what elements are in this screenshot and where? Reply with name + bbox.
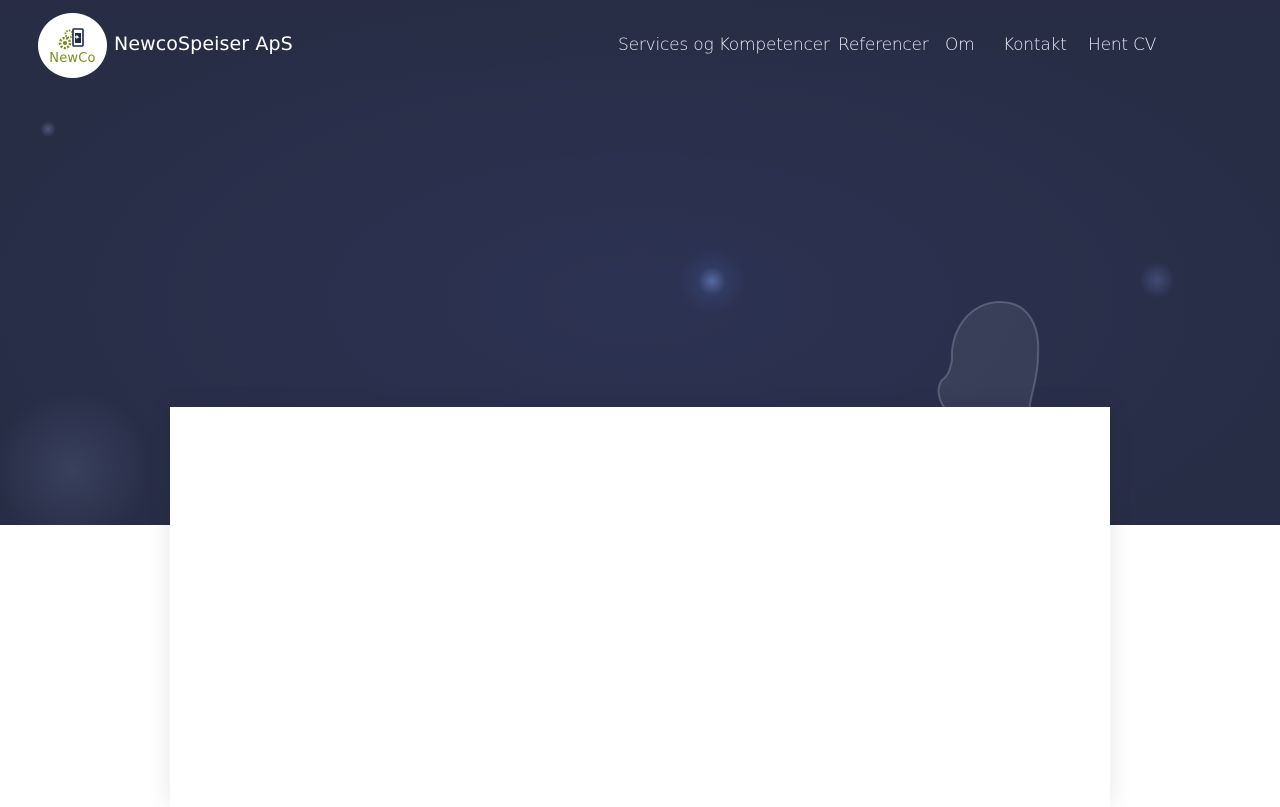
content-card <box>170 407 1110 807</box>
site-header: NewCo NewcoSpeiser ApS Services og Kompe… <box>0 0 1280 92</box>
nav-item-referencer[interactable]: Referencer <box>838 35 929 55</box>
main-navigation: Services og Kompetencer Referencer Om Ko… <box>0 35 1280 59</box>
nav-item-om[interactable]: Om <box>945 35 975 55</box>
nav-item-kontakt[interactable]: Kontakt <box>1003 35 1067 55</box>
nav-item-hent-cv[interactable]: Hent CV <box>1088 35 1156 55</box>
nav-item-services[interactable]: Services og Kompetencer <box>618 35 830 55</box>
